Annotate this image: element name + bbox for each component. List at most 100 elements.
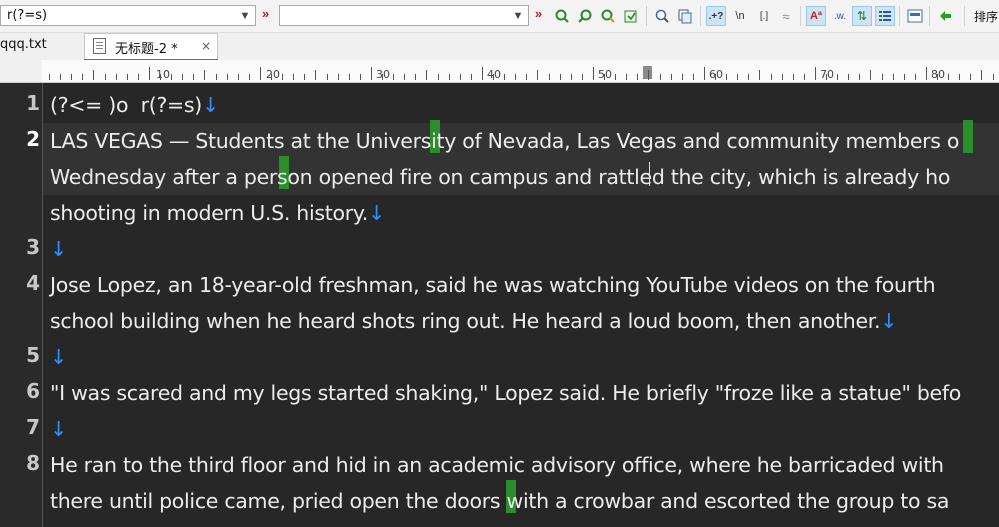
ruler-tick	[338, 74, 339, 80]
ruler-tick	[526, 74, 527, 80]
replace-icon[interactable]	[621, 6, 641, 26]
ruler-tick	[216, 74, 217, 80]
ruler-tick	[204, 70, 205, 80]
case-icon[interactable]: Aª	[806, 6, 826, 26]
ruler-gutter	[0, 60, 42, 82]
ruler-tick	[793, 74, 794, 80]
ruler-tick	[704, 67, 705, 80]
ruler-tick	[393, 74, 394, 80]
text-line: "I was scared and my legs started shakin…	[50, 381, 962, 405]
tab-label: qqq.txt	[0, 37, 47, 52]
ruler-tick	[426, 70, 427, 80]
fuzzy-icon[interactable]: ≈	[776, 6, 796, 26]
text-line: (?<= )o r(?=s)↓	[50, 93, 219, 117]
ruler-label: 80	[931, 68, 945, 81]
ruler-tick	[193, 74, 194, 80]
ruler-tick	[682, 74, 683, 80]
find-combo-value[interactable]: r(?=s)	[7, 8, 47, 23]
replace-combo[interactable]: ▼	[279, 5, 529, 26]
ruler-tick	[560, 74, 561, 80]
find-next-icon[interactable]	[552, 6, 572, 26]
ruler-tick	[571, 74, 572, 80]
sort-button[interactable]: 排序	[974, 8, 998, 25]
list-icon[interactable]	[875, 6, 895, 26]
ruler-tick	[327, 74, 328, 80]
ruler-tick	[515, 74, 516, 80]
newline-icon[interactable]: \n	[730, 6, 750, 26]
ruler-label: 60	[709, 68, 723, 81]
ruler-tick	[726, 74, 727, 80]
find-all-icon[interactable]	[598, 6, 618, 26]
ruler-tick	[626, 74, 627, 80]
line-number: 4	[26, 271, 40, 295]
ruler-tick	[859, 74, 860, 80]
text-line: Wednesday after a person opened fire on …	[50, 165, 951, 189]
ruler-tick	[271, 74, 272, 80]
find-combo[interactable]: r(?=s) ▼	[0, 5, 256, 26]
text-caret	[649, 162, 650, 186]
find-prev-icon[interactable]	[575, 6, 595, 26]
ruler-tick	[460, 74, 461, 80]
ruler-tick	[737, 74, 738, 80]
panel-icon[interactable]	[905, 6, 925, 26]
ruler-label: 20	[266, 68, 280, 81]
text-area[interactable]: (?<= )o r(?=s)↓ LAS VEGAS — Students at …	[43, 83, 999, 527]
ruler-tick	[449, 74, 450, 80]
ruler-tick	[715, 74, 716, 80]
ruler-tick	[837, 74, 838, 80]
search-icon[interactable]	[652, 6, 672, 26]
ruler-tick	[970, 74, 971, 80]
line-number: 8	[26, 451, 40, 475]
ruler-tick	[138, 74, 139, 80]
ruler-tick	[904, 74, 905, 80]
wrap-icon[interactable]: ⇅	[852, 6, 872, 26]
eol-marker: ↓	[50, 417, 67, 441]
text-line: shooting in modern U.S. history.↓	[50, 201, 385, 225]
ruler-tick	[160, 74, 161, 80]
ruler-tick	[415, 74, 416, 80]
text-line: ↓	[50, 237, 67, 261]
ruler-tick	[493, 74, 494, 80]
eol-marker: ↓	[201, 93, 219, 117]
ruler-tick	[471, 74, 472, 80]
line-number: 5	[26, 343, 40, 367]
text-line: LAS VEGAS — Students at the University o…	[50, 129, 960, 153]
document-icon	[93, 38, 106, 54]
back-icon[interactable]	[935, 6, 955, 26]
tab-qqq[interactable]: qqq.txt	[0, 33, 80, 59]
ruler-tick	[882, 74, 883, 80]
text-line: ↓	[50, 417, 67, 441]
search-toolbar: r(?=s) ▼ » ▼ » .+? \n [.] ≈ Aª .w. ⇅ 排序	[0, 0, 999, 33]
ruler-tick	[116, 74, 117, 80]
copy-icon[interactable]	[675, 6, 695, 26]
ruler-tick	[615, 74, 616, 80]
chevron-down-icon[interactable]: ▼	[511, 9, 525, 23]
separator	[929, 6, 930, 26]
close-icon[interactable]: ×	[201, 39, 211, 53]
ruler-tick	[848, 74, 849, 80]
ruler-tick	[748, 74, 749, 80]
text-line: there until police came, pried open the …	[50, 489, 950, 513]
editor[interactable]: 1 2 3 4 5 6 7 8 (?<= )o r(?=s)↓ LAS VEGA…	[0, 83, 999, 527]
ruler-tick	[782, 74, 783, 80]
text-line: ↓	[50, 345, 67, 369]
tab-untitled-2[interactable]: 无标题-2 * ×	[84, 33, 218, 61]
separator	[700, 6, 701, 26]
ruler-tick	[260, 67, 261, 80]
ruler-tick	[293, 74, 294, 80]
separator	[964, 6, 965, 26]
wildcard-icon[interactable]: [.]	[754, 6, 774, 26]
ruler-tick	[759, 70, 760, 80]
ruler-tick	[249, 74, 250, 80]
regex-icon[interactable]: .+?	[706, 6, 726, 26]
ruler-tick	[282, 74, 283, 80]
ruler-tick	[315, 70, 316, 80]
ruler-tick	[993, 74, 994, 80]
ruler-tick	[893, 74, 894, 80]
ruler-tick	[815, 67, 816, 80]
word-icon[interactable]: .w.	[830, 6, 850, 26]
tab-bar: qqq.txt 无标题-2 * ×	[0, 33, 999, 61]
separator	[800, 6, 801, 26]
eol-marker: ↓	[880, 309, 898, 333]
chevron-down-icon[interactable]: ▼	[238, 9, 252, 23]
